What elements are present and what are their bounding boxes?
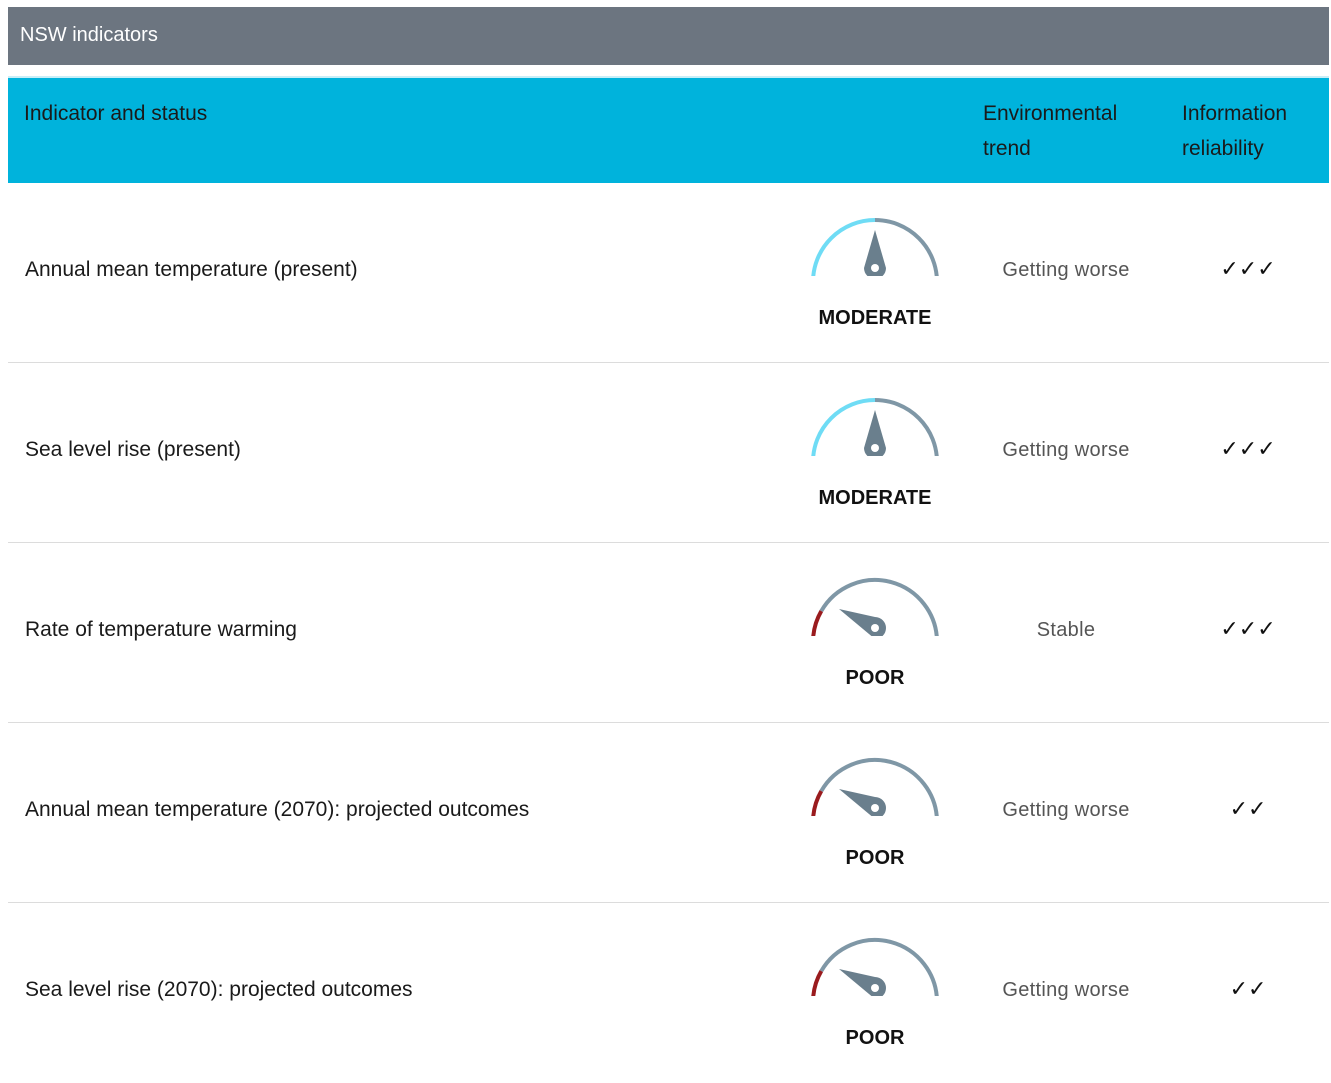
trend-value: Stable (1036, 619, 1096, 641)
gauge-hub (871, 264, 879, 272)
gauge-hub (871, 444, 879, 452)
column-header-reliability: Information reliability (1182, 102, 1288, 160)
table-row: Annual mean temperature (present) MODERA… (8, 183, 1329, 363)
indicator-label: Rate of temperature warming (25, 618, 297, 641)
table-row: Sea level rise (present) MODERATE Gettin… (8, 363, 1329, 543)
gauge-filled-arc (811, 790, 824, 816)
table-row: Sea level rise (2070): projected outcome… (8, 903, 1329, 1083)
status-label: POOR (845, 667, 905, 689)
table-title: NSW indicators (8, 7, 1329, 65)
gauge-poor-icon (811, 578, 939, 636)
indicator-table-body: Annual mean temperature (present) MODERA… (8, 183, 1329, 1083)
gauge-hub (871, 624, 879, 632)
gauge-hub (871, 804, 879, 812)
status-label: MODERATE (818, 487, 932, 509)
table-row: Annual mean temperature (2070): projecte… (8, 723, 1329, 903)
trend-value: Getting worse (1002, 979, 1130, 1001)
gauge-poor-icon (811, 938, 939, 996)
trend-value: Getting worse (1002, 799, 1130, 821)
gauge-moderate-icon (811, 218, 939, 276)
column-header-trend: Environmental trend (983, 102, 1118, 160)
reliability-checkmarks: ✓✓ (1229, 977, 1267, 1002)
reliability-checkmarks: ✓✓✓ (1220, 617, 1276, 642)
table-row: Rate of temperature warming POOR Stable … (8, 543, 1329, 723)
indicator-label: Annual mean temperature (present) (25, 258, 358, 281)
gauge-moderate-icon (811, 398, 939, 456)
indicator-label: Annual mean temperature (2070): projecte… (25, 798, 530, 821)
indicator-label: Sea level rise (2070): projected outcome… (25, 978, 413, 1001)
gauge-needle (839, 969, 886, 996)
gauge-needle (839, 609, 886, 636)
reliability-checkmarks: ✓✓✓ (1220, 257, 1276, 282)
gauge-hub (871, 984, 879, 992)
indicator-label: Sea level rise (present) (25, 438, 241, 461)
status-label: POOR (845, 847, 905, 869)
gauge-filled-arc (811, 610, 824, 636)
gauge-filled-arc (811, 970, 824, 996)
trend-value: Getting worse (1002, 439, 1130, 461)
gauge-needle (839, 789, 886, 816)
reliability-checkmarks: ✓✓✓ (1220, 437, 1276, 462)
trend-value: Getting worse (1002, 259, 1130, 281)
gauge-poor-icon (811, 758, 939, 816)
status-label: POOR (845, 1027, 905, 1049)
table-header: Indicator and status Environmental trend… (8, 76, 1329, 183)
reliability-checkmarks: ✓✓ (1229, 797, 1267, 822)
column-header-indicator: Indicator and status (24, 102, 208, 125)
status-label: MODERATE (818, 307, 932, 329)
